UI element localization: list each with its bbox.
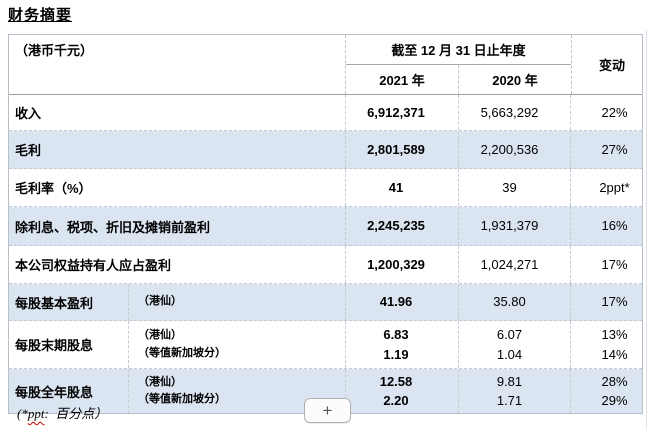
value-2020: 39 [459, 169, 571, 206]
period-column-group: 截至 12 月 31 日止年度 2021 年 2020 年 [346, 35, 572, 94]
page-boundary-line [646, 30, 647, 429]
page-title: 财务摘要 [8, 4, 72, 25]
footnote: (*ppt: 百分点） [17, 403, 107, 422]
row-sublabel: （港仙） [129, 284, 345, 320]
value-change: 17% [571, 246, 642, 283]
year-header-row: 2021 年 2020 年 [346, 65, 571, 94]
row-label: 毛利率（%） [9, 169, 346, 206]
footnote-term: ppt [28, 406, 45, 421]
row-label: 收入 [9, 95, 346, 130]
value-change: 2ppt* [571, 169, 642, 206]
value-change: 28% 29% [571, 369, 642, 413]
row-revenue: 收入 6,912,371 5,663,292 22% [9, 95, 642, 131]
row-label-group: 每股基本盈利 （港仙） [9, 284, 346, 320]
value-2020: 1,931,379 [459, 207, 571, 245]
value-2021: 41 [346, 169, 459, 206]
year-2020-header: 2020 年 [459, 65, 571, 94]
financial-summary-table: （港币千元） 截至 12 月 31 日止年度 2021 年 2020 年 变动 … [8, 34, 643, 414]
row-profit-attributable: 本公司权益持有人应占盈利 1,200,329 1,024,271 17% [9, 246, 642, 284]
value-2021: 41.96 [346, 284, 459, 320]
value-2021: 12.58 2.20 [346, 369, 459, 413]
value-change: 22% [571, 95, 642, 130]
value-2020: 5,663,292 [459, 95, 571, 130]
row-label: 本公司权益持有人应占盈利 [9, 246, 346, 283]
row-label: 每股末期股息 [9, 321, 129, 368]
table-header: （港币千元） 截至 12 月 31 日止年度 2021 年 2020 年 变动 [9, 35, 642, 95]
value-2021: 6,912,371 [346, 95, 459, 130]
value-change: 16% [571, 207, 642, 245]
value-2020: 35.80 [459, 284, 571, 320]
row-sublabel: （港仙） （等值新加坡分） [129, 321, 345, 368]
period-header-cell: 截至 12 月 31 日止年度 [346, 35, 571, 65]
value-change: 13% 14% [571, 321, 642, 368]
row-ebitda: 除利息、税项、折旧及摊销前盈利 2,245,235 1,931,379 16% [9, 207, 642, 246]
row-label: 每股基本盈利 [9, 284, 129, 320]
row-final-dividend: 每股末期股息 （港仙） （等值新加坡分） 6.83 1.19 6.07 1.04… [9, 321, 642, 369]
value-2021: 2,801,589 [346, 131, 459, 168]
value-2020: 9.81 1.71 [459, 369, 571, 413]
row-label: 除利息、税项、折旧及摊销前盈利 [9, 207, 346, 245]
row-gross-margin: 毛利率（%） 41 39 2ppt* [9, 169, 642, 207]
value-2020: 6.07 1.04 [459, 321, 571, 368]
value-change: 27% [571, 131, 642, 168]
footnote-open: (* [17, 406, 28, 421]
footnote-rest: : 百分点） [44, 406, 107, 421]
change-header-cell: 变动 [572, 35, 642, 94]
value-2020: 1,024,271 [459, 246, 571, 283]
value-2021: 6.83 1.19 [346, 321, 459, 368]
add-button[interactable]: + [304, 398, 351, 423]
year-2021-header: 2021 年 [346, 65, 459, 94]
unit-label-cell: （港币千元） [9, 35, 346, 94]
value-change: 17% [571, 284, 642, 320]
value-2020: 2,200,536 [459, 131, 571, 168]
row-basic-eps: 每股基本盈利 （港仙） 41.96 35.80 17% [9, 284, 642, 321]
plus-icon: + [323, 402, 333, 419]
value-2021: 2,245,235 [346, 207, 459, 245]
value-2021: 1,200,329 [346, 246, 459, 283]
row-gross-profit: 毛利 2,801,589 2,200,536 27% [9, 131, 642, 169]
row-label-group: 每股末期股息 （港仙） （等值新加坡分） [9, 321, 346, 368]
row-label: 毛利 [9, 131, 346, 168]
